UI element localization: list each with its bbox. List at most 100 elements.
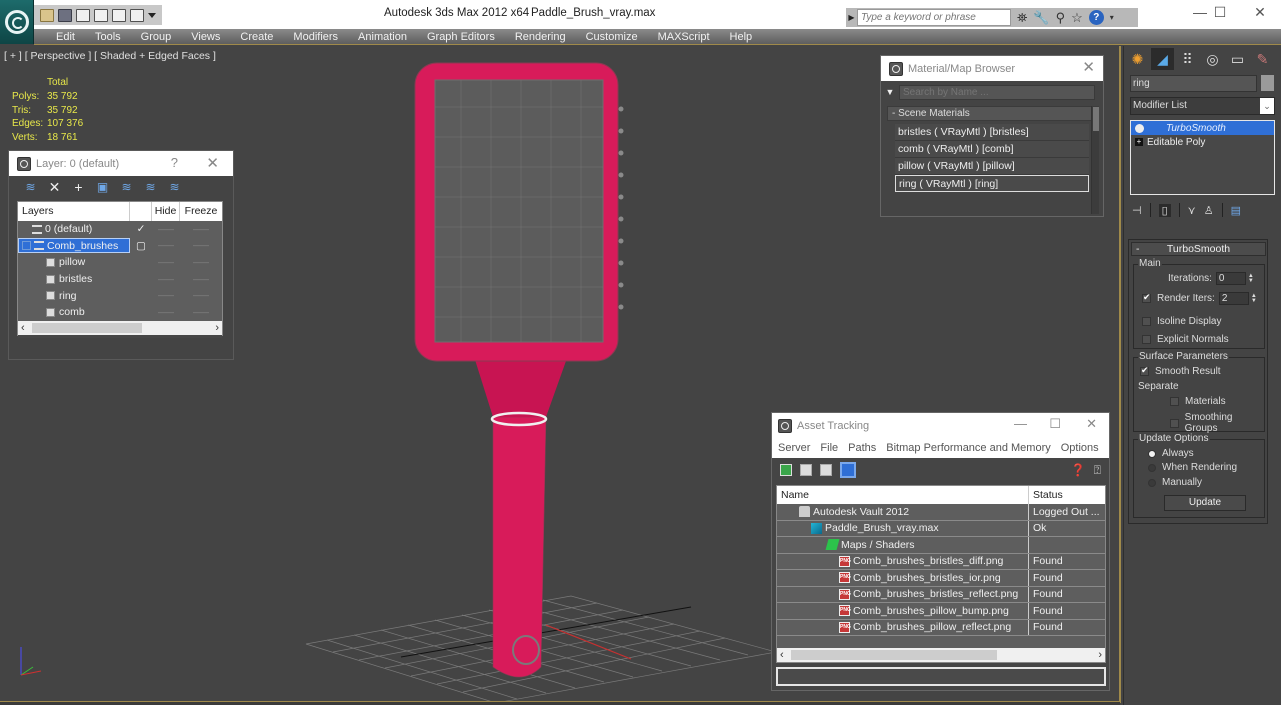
object-row[interactable]: bristles —— —— [18, 271, 222, 288]
thumbnail-view-icon[interactable] [820, 464, 832, 476]
render-iters-spinner[interactable]: 2 [1218, 292, 1249, 305]
freeze-toggle[interactable]: —— [180, 258, 222, 267]
viewport-label-menu[interactable]: [ + ] [ Perspective ] [ Shaded + Edged F… [4, 50, 216, 62]
list-view-icon[interactable] [800, 464, 812, 476]
utilities-tab-icon[interactable]: ✎ [1251, 48, 1274, 70]
iterations-spinner[interactable]: 0 [1215, 272, 1246, 285]
radio-when-rendering[interactable] [1148, 463, 1156, 472]
freeze-toggle[interactable]: —— [180, 308, 222, 317]
vertical-scrollbar[interactable] [1091, 106, 1099, 214]
scroll-thumb[interactable] [1093, 107, 1099, 131]
help-icon[interactable]: ❓ [1071, 463, 1086, 478]
object-row[interactable]: pillow —— —— [18, 254, 222, 271]
menu-paths[interactable]: Paths [848, 442, 876, 454]
asset-path-field[interactable] [776, 667, 1106, 686]
rollout-header[interactable]: - TurboSmooth [1131, 242, 1266, 256]
lightbulb-icon[interactable] [1135, 123, 1144, 133]
menu-maxscript[interactable]: MAXScript [648, 31, 720, 43]
create-tab-icon[interactable]: ✺ [1126, 48, 1149, 70]
column-layers[interactable]: Layers [18, 202, 130, 221]
object-color-swatch[interactable] [1261, 75, 1274, 91]
close-button[interactable]: ✕ [1086, 416, 1097, 432]
binoculars-icon[interactable]: ⛯ [1017, 10, 1027, 26]
separate-materials-checkbox[interactable] [1170, 397, 1179, 406]
object-row[interactable]: comb —— —— [18, 304, 222, 321]
material-item[interactable]: comb ( VRayMtl ) [comb] [895, 141, 1089, 158]
keyword-search-input[interactable] [857, 9, 1011, 26]
window2-icon[interactable] [130, 8, 144, 22]
collapse-icon[interactable] [22, 241, 31, 251]
select-objects-icon[interactable]: ▣ [95, 180, 110, 194]
customize-dropdown-icon[interactable] [148, 12, 156, 18]
menu-tools[interactable]: Tools [85, 31, 131, 43]
layer-row[interactable]: 0 (default) ✓ —— —— [18, 221, 222, 238]
asset-row[interactable]: Paddle_Brush_vray.max Ok [777, 520, 1105, 537]
star-icon[interactable]: ☆ [1071, 10, 1083, 26]
new-layer-icon[interactable]: ≋ [23, 180, 38, 194]
radio-manually[interactable] [1148, 478, 1156, 487]
help-icon[interactable]: ? [1088, 10, 1104, 25]
scroll-left-icon[interactable]: ‹ [21, 322, 25, 334]
menu-graph-editors[interactable]: Graph Editors [417, 31, 505, 43]
menu-views[interactable]: Views [181, 31, 230, 43]
hide-toggle[interactable]: —— [152, 241, 180, 250]
asset-row[interactable]: PNG Comb_brushes_bristles_ior.png Found [777, 570, 1105, 587]
scroll-thumb[interactable] [791, 650, 997, 660]
horizontal-scrollbar[interactable]: ‹ › [18, 321, 222, 335]
column-name[interactable]: Name [777, 486, 1029, 504]
menu-help[interactable]: Help [720, 31, 763, 43]
close-button[interactable]: ✕ [1240, 4, 1280, 24]
delete-layer-icon[interactable]: ✕ [47, 180, 62, 194]
freeze-toggle[interactable]: —— [180, 225, 222, 234]
scroll-left-icon[interactable]: ‹ [780, 649, 784, 661]
menu-file[interactable]: File [820, 442, 838, 454]
isoline-display-checkbox[interactable] [1142, 317, 1151, 326]
expand-icon[interactable]: + [1135, 138, 1143, 146]
stack-item-turbosmooth[interactable]: TurboSmooth [1131, 121, 1274, 135]
chevron-down-icon[interactable]: ⌄ [1260, 98, 1274, 114]
new-icon[interactable] [76, 8, 90, 22]
menu-customize[interactable]: Customize [576, 31, 648, 43]
maximize-button[interactable]: ☐ [1049, 416, 1061, 432]
update-button[interactable]: Update [1164, 495, 1246, 511]
object-row[interactable]: ring —— —— [18, 287, 222, 304]
menu-edit[interactable]: Edit [46, 31, 85, 43]
horizontal-scrollbar[interactable]: ‹ › [777, 648, 1105, 662]
menu-server[interactable]: Server [778, 442, 810, 454]
hide-toggle[interactable]: —— [152, 258, 180, 267]
asset-tracking-titlebar[interactable]: Asset Tracking — ☐ ✕ [772, 413, 1109, 438]
hide-toggle[interactable]: —— [152, 225, 180, 234]
radio-always[interactable] [1148, 449, 1156, 458]
scroll-right-icon[interactable]: › [215, 322, 219, 334]
show-end-result-icon[interactable]: ▯ [1158, 203, 1171, 217]
select-layer-icon[interactable]: ≋ [119, 180, 134, 194]
menu-create[interactable]: Create [230, 31, 283, 43]
menu-group[interactable]: Group [131, 31, 182, 43]
asset-row[interactable]: PNG Comb_brushes_bristles_reflect.png Fou… [777, 586, 1105, 603]
current-layer-check[interactable]: ✓ [130, 223, 152, 235]
hide-freeze-all-icon[interactable]: ≋ [167, 180, 182, 194]
current-layer-check[interactable]: ▢ [130, 240, 152, 252]
browser-options-icon[interactable]: ▼ [881, 87, 899, 97]
close-button[interactable]: ✕ [206, 154, 219, 172]
layer-dialog-titlebar[interactable]: Layer: 0 (default) ? ✕ [9, 151, 233, 176]
asset-row[interactable]: Autodesk Vault 2012 Logged Out ... [777, 504, 1105, 521]
modifier-list-dropdown[interactable]: Modifier List ⌄ [1130, 97, 1275, 115]
material-item[interactable]: bristles ( VRayMtl ) [bristles] [895, 124, 1089, 141]
hide-toggle[interactable]: —— [152, 291, 180, 300]
configure-sets-icon[interactable]: ▤ [1231, 204, 1241, 217]
render-iters-checkbox[interactable] [1142, 292, 1151, 303]
minimize-button[interactable]: — [1014, 416, 1027, 431]
separate-smoothing-groups-checkbox[interactable] [1170, 418, 1179, 428]
close-button[interactable]: ✕ [1082, 58, 1095, 76]
object-name-input[interactable] [1130, 75, 1257, 92]
make-unique-icon[interactable]: ⋎ [1188, 204, 1196, 217]
save-icon[interactable] [58, 8, 72, 22]
stack-item-editable-poly[interactable]: + Editable Poly [1131, 135, 1274, 149]
table-view-icon[interactable] [840, 462, 856, 478]
set-current-layer-icon[interactable]: ≋ [143, 180, 158, 194]
menu-rendering[interactable]: Rendering [505, 31, 576, 43]
modify-tab-icon[interactable]: ◢ [1151, 48, 1174, 70]
key-icon[interactable]: 🔧 [1033, 10, 1049, 26]
column-freeze[interactable]: Freeze [180, 202, 222, 221]
